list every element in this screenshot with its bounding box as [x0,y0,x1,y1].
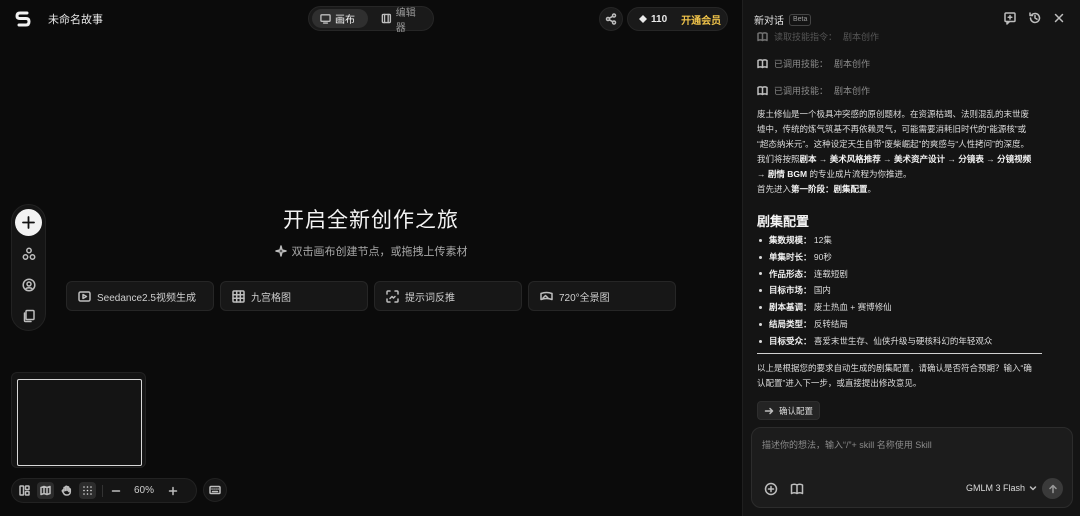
canvas-controls: 60% [11,478,197,503]
skill-row: 已调用技能： 剧本创作 [757,84,870,97]
history-icon[interactable] [1028,11,1042,25]
hero-subtitle: 双击画布创建节点，或拖拽上传素材 [0,243,742,259]
diamond-icon [639,15,647,23]
chat-input-box[interactable]: 描述你的想法，输入“/”+ skill 名称使用 Skill GMLM 3 Fl… [751,427,1073,508]
workflow-line-2: → 剧情 BGM 的专业成片流程为你推进。 [757,169,912,179]
pan-tool-button[interactable] [58,482,75,499]
tab-editor-label: 编辑器 [395,7,416,34]
copy-icon [23,309,35,323]
share-button[interactable] [599,7,623,31]
list-item: 单集时长： 90秒 [759,249,1059,266]
divider [102,484,103,497]
close-icon[interactable] [1052,11,1066,25]
beta-badge: Beta [789,13,812,26]
config-list: 集数规模： 12集 单集时长： 90秒 作品形态： 连载短剧 目标市场： 国内 … [759,232,1059,350]
film-icon [381,13,392,24]
zoom-level[interactable]: 60% [134,485,154,496]
sparkle-icon [274,245,287,257]
share-icon [605,13,617,25]
grid-toggle-button[interactable] [79,482,96,499]
arrow-up-icon [1048,484,1057,493]
tab-canvas-label: 画布 [335,15,355,26]
chat-panel: 新对话 Beta 读取技能指令： 剧本创作 已调用技能： 剧本创作 已调用技能：… [742,0,1080,516]
credits-pill[interactable]: 110 开通会员 [627,7,728,31]
chat-input[interactable]: 描述你的想法，输入“/”+ skill 名称使用 Skill [762,438,932,451]
list-item: 目标受众： 喜爱末世生存、仙侠升级与硬核科幻的年轻观众 [759,333,1059,350]
minimap-viewport[interactable] [17,379,142,466]
skill-row: 已调用技能： 剧本创作 [757,57,870,70]
zoom-out-button[interactable] [107,482,124,499]
add-circle-icon[interactable] [764,482,778,496]
minus-icon [111,489,120,492]
tab-editor[interactable]: 编辑器 [373,8,433,34]
workflow-line: 我们将按照剧本 → 美术风格推荐 → 美术资产设计 → 分镜表 → 分镜视频 [757,154,1032,164]
arrow-right-icon [764,407,774,414]
list-item: 目标市场： 国内 [759,282,1059,299]
chevron-down-icon [1029,486,1037,491]
hand-icon [61,485,72,496]
hero-title: 开启全新创作之旅 [283,209,459,232]
layout-button[interactable] [16,482,33,499]
quick-action-seedance[interactable]: Seedance2.5视频生成 [66,281,214,311]
send-button[interactable] [1042,478,1063,499]
project-title[interactable]: 未命名故事 [48,11,103,27]
video-icon [78,290,91,302]
divider [757,353,1042,354]
quick-action-panorama[interactable]: 720°全景图 [528,281,676,311]
new-chat-icon[interactable] [1003,11,1017,25]
chat-title: 新对话 Beta [754,12,812,27]
confirm-config-button[interactable]: 确认配置 [757,401,821,420]
map-icon [40,485,51,496]
list-item: 集数规模： 12集 [759,232,1059,249]
shortcuts-button[interactable] [203,478,227,502]
skill-row: 读取技能指令： 剧本创作 [757,30,879,43]
scan-icon [386,289,399,303]
dot-grid-icon [83,486,92,495]
section-title: 剧集配置 [757,214,810,229]
app-root: 未命名故事 画布 编辑器 110 开通会员 开启全新创作之旅 双击画布创建节点，… [0,0,1080,516]
assets-button[interactable] [20,307,38,325]
book-icon [757,59,768,69]
list-item: 剧本基调： 废土热血 + 赛博修仙 [759,299,1059,316]
vip-button[interactable]: 开通会员 [681,12,721,27]
user-circle-icon [22,278,36,292]
credits-count: 110 [639,14,667,25]
book-icon [757,86,768,96]
list-item: 结局类型： 反转结局 [759,316,1059,333]
model-selector[interactable]: GMLM 3 Flash [966,483,1037,493]
stage-line: 首先进入第一阶段：剧集配置。 [757,184,877,194]
plus-icon [168,486,177,495]
quick-action-grid[interactable]: 九宫格图 [220,281,368,311]
minimap[interactable] [11,372,146,468]
followup-message: 以上是根据您的要求自动生成的剧集配置，请确认是否符合预期？输入“确 认配置”进入… [757,363,1032,388]
canvas-area[interactable]: 未命名故事 画布 编辑器 110 开通会员 开启全新创作之旅 双击画布创建节点，… [0,0,742,516]
book-icon[interactable] [790,482,804,496]
character-button[interactable] [20,276,38,294]
zoom-in-button[interactable] [164,482,181,499]
layout-icon [19,485,30,496]
grid-icon [232,289,245,303]
list-item: 作品形态： 连载短剧 [759,266,1059,283]
tab-canvas[interactable]: 画布 [312,9,368,28]
panorama-icon [540,291,553,300]
assistant-message: 废土修仙是一个极具冲突感的原创题材。在资源枯竭、法则混乱的末世废 墟中，传统的炼… [757,107,1049,197]
keyboard-icon [209,485,221,495]
canvas-icon [320,14,331,24]
map-button[interactable] [37,482,54,499]
book-icon [757,32,768,42]
view-toggle: 画布 编辑器 [308,6,434,34]
app-logo-icon[interactable] [14,10,32,28]
quick-action-prompt-reverse[interactable]: 提示词反推 [374,281,522,311]
